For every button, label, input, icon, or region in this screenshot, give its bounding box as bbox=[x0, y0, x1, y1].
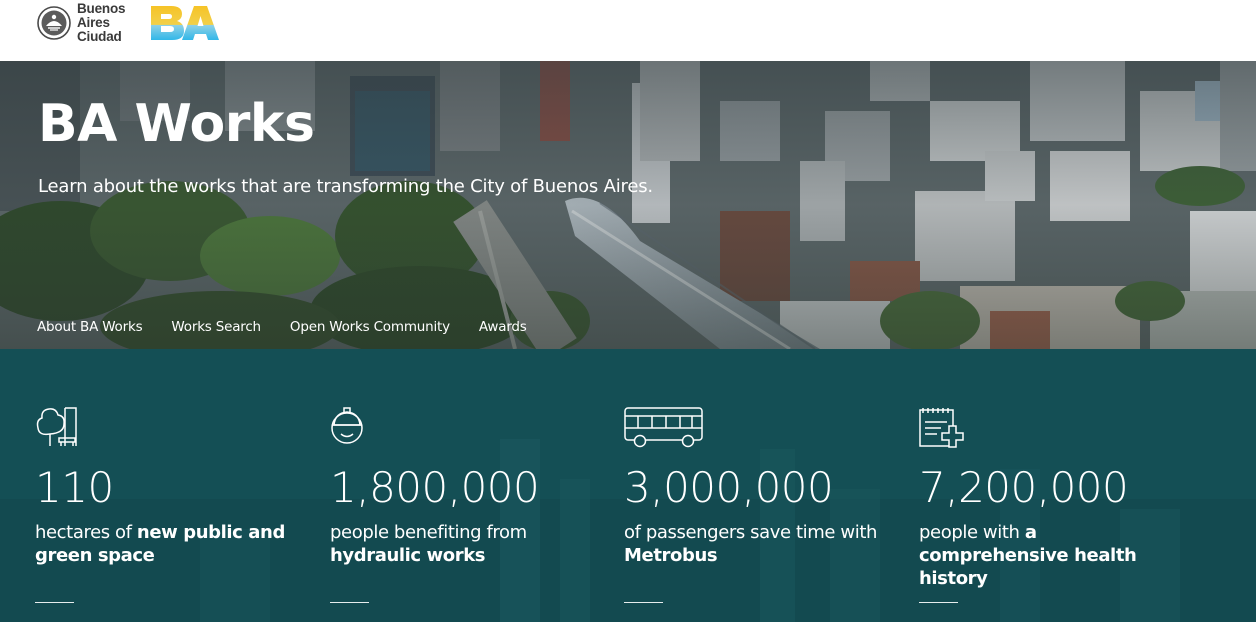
stat-hydraulic-works: 1,800,000 people benefiting from hydraul… bbox=[330, 349, 620, 622]
divider bbox=[330, 602, 369, 603]
stat-metrobus: 3,000,000 of passengers save time with M… bbox=[624, 349, 914, 622]
stat-desc-text: people benefiting from bbox=[330, 522, 527, 543]
divider bbox=[919, 602, 958, 603]
hard-hat-icon bbox=[330, 406, 364, 453]
stat-description: people benefiting from hydraulic works bbox=[330, 521, 600, 567]
stat-description: hectares of new public and green space bbox=[35, 521, 305, 567]
stat-value: 110 bbox=[35, 463, 114, 512]
stat-value: 1,800,000 bbox=[330, 463, 540, 512]
city-seal-icon[interactable] bbox=[37, 4, 71, 42]
divider bbox=[35, 602, 74, 603]
nav-about-ba-works[interactable]: About BA Works bbox=[37, 319, 143, 336]
site-header: Buenos Aires Ciudad bbox=[0, 0, 1256, 61]
city-name[interactable]: Buenos Aires Ciudad bbox=[77, 1, 126, 44]
city-name-line-3: Ciudad bbox=[77, 29, 122, 44]
hero-nav: About BA Works Works Search Open Works C… bbox=[37, 319, 556, 336]
stat-value: 3,000,000 bbox=[624, 463, 834, 512]
divider bbox=[624, 602, 663, 603]
stat-description: of passengers save time with Metrobus bbox=[624, 521, 894, 567]
stats-section: 110 hectares of new public and green spa… bbox=[0, 349, 1256, 622]
city-name-line-1: Buenos bbox=[77, 1, 126, 16]
ba-logo[interactable] bbox=[149, 3, 221, 41]
city-name-line-2: Aires bbox=[77, 15, 110, 30]
stat-value: 7,200,000 bbox=[919, 463, 1129, 512]
stat-health-history: 7,200,000 people with a comprehensive he… bbox=[919, 349, 1209, 622]
page-subtitle: Learn about the works that are transform… bbox=[38, 176, 653, 197]
stat-desc-text: hectares of bbox=[35, 522, 137, 543]
nav-awards[interactable]: Awards bbox=[479, 319, 527, 336]
hero-banner: BA Works Learn about the works that are … bbox=[0, 61, 1256, 349]
nav-open-works-community[interactable]: Open Works Community bbox=[290, 319, 450, 336]
stat-desc-bold: Metrobus bbox=[624, 545, 718, 566]
stat-green-space: 110 hectares of new public and green spa… bbox=[35, 349, 325, 622]
stat-desc-text: of passengers save time with bbox=[624, 522, 877, 543]
stat-description: people with a comprehensive health histo… bbox=[919, 521, 1189, 590]
nav-works-search[interactable]: Works Search bbox=[171, 319, 261, 336]
stat-desc-text: people with bbox=[919, 522, 1025, 543]
page-title: BA Works bbox=[38, 94, 315, 154]
health-record-icon bbox=[919, 406, 967, 453]
tree-bench-icon bbox=[35, 406, 81, 453]
stat-desc-bold: hydraulic works bbox=[330, 545, 486, 566]
bus-icon bbox=[624, 406, 704, 453]
